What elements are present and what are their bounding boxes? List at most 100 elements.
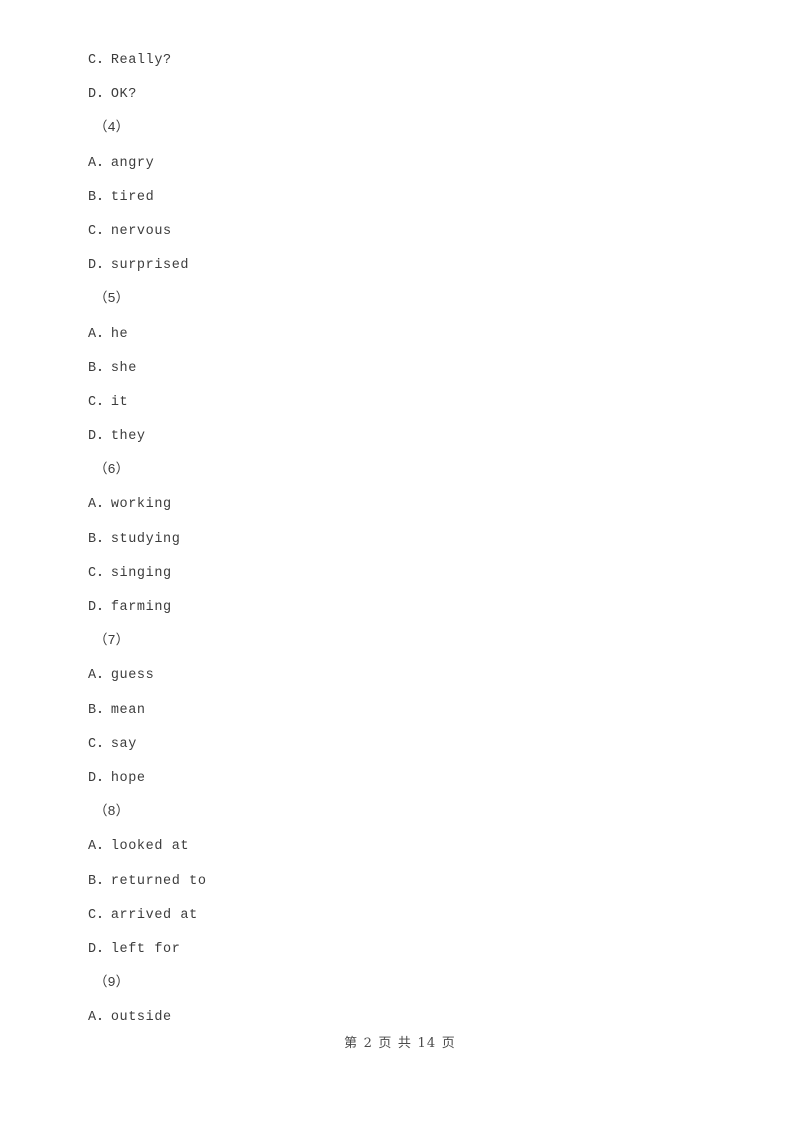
answer-option[interactable]: A．he (88, 318, 708, 352)
option-separator: ． (96, 429, 111, 445)
option-separator: ． (96, 223, 111, 239)
answer-option[interactable]: A．angry (88, 147, 708, 181)
answer-option[interactable]: B．tired (88, 181, 708, 215)
answer-option[interactable]: A．working (88, 488, 708, 522)
option-letter: B (88, 531, 97, 547)
option-separator: ． (96, 736, 111, 752)
answer-option[interactable]: D．they (88, 420, 708, 454)
option-letter: A (88, 1010, 97, 1026)
answer-option[interactable]: A．guess (88, 659, 708, 693)
option-letter: D (88, 87, 97, 103)
option-separator: ． (96, 531, 111, 547)
option-separator: ． (96, 668, 111, 684)
option-letter: A (88, 668, 97, 684)
option-letter: A (88, 326, 97, 342)
option-letter: C (88, 565, 97, 581)
option-separator: ． (96, 155, 111, 171)
option-text: farming (110, 600, 172, 615)
question-group-number: （6） (94, 463, 130, 479)
option-text: OK? (110, 87, 137, 103)
option-letter: C (88, 907, 97, 923)
option-letter: C (88, 736, 97, 752)
option-text: nervous (110, 223, 172, 239)
answer-option[interactable]: C．arrived at (88, 899, 708, 933)
answer-option[interactable]: A．looked at (88, 830, 708, 864)
option-separator: ． (96, 600, 111, 615)
answer-option[interactable]: D．farming (88, 591, 708, 625)
answer-option[interactable]: A．outside (88, 1001, 708, 1035)
question-group-number: （5） (94, 292, 130, 308)
option-letter: B (88, 360, 97, 376)
answer-option[interactable]: B．studying (88, 523, 708, 557)
answer-option[interactable]: D．OK? (88, 78, 708, 112)
option-text: guess (110, 668, 155, 684)
option-separator: ． (96, 770, 111, 786)
option-separator: ． (96, 941, 111, 957)
page-number-footer: 第 2 页 共 14 页 (344, 1036, 456, 1051)
answer-option[interactable]: C．Really? (88, 44, 708, 78)
answer-option[interactable]: D．left for (88, 933, 708, 967)
option-text: he (110, 326, 129, 342)
option-separator: ． (96, 839, 111, 855)
document-page: C．Really? D．OK? （4） A．angry B．tired C．nervous… (0, 0, 800, 1080)
question-group-number: （4） (94, 121, 130, 137)
option-letter: C (88, 394, 97, 410)
option-letter: D (88, 429, 97, 445)
option-text: singing (110, 565, 172, 581)
option-letter: D (88, 600, 97, 615)
option-letter: B (88, 189, 97, 205)
option-separator: ． (96, 189, 111, 205)
option-separator: ． (96, 258, 111, 274)
option-letter: B (88, 702, 97, 718)
option-text: studying (110, 531, 181, 547)
option-letter: A (88, 497, 97, 513)
question-group-number: （7） (94, 634, 130, 650)
option-separator: ． (96, 87, 111, 103)
answer-option[interactable]: B．returned to (88, 865, 708, 899)
answer-option[interactable]: D．surprised (88, 249, 708, 283)
option-text: it (110, 394, 129, 410)
option-text: Really? (110, 53, 172, 68)
option-text: surprised (110, 258, 190, 274)
option-separator: ． (96, 360, 111, 376)
option-letter: D (88, 770, 97, 786)
page-outside-area (0, 1080, 800, 1132)
answer-option[interactable]: C．nervous (88, 215, 708, 249)
option-letter: D (88, 941, 97, 957)
option-letter: B (88, 873, 97, 889)
answer-option[interactable]: C．singing (88, 557, 708, 591)
option-text: returned to (110, 873, 207, 889)
option-text: angry (110, 155, 155, 171)
option-text: say (110, 736, 137, 752)
option-text: tired (110, 189, 155, 205)
option-text: outside (110, 1010, 172, 1026)
answer-option[interactable]: B．mean (88, 694, 708, 728)
option-separator: ． (96, 326, 111, 342)
option-text: looked at (110, 839, 190, 855)
option-text: she (110, 360, 137, 376)
option-letter: D (88, 258, 97, 274)
option-text: they (110, 429, 146, 445)
option-letter: C (88, 53, 97, 68)
option-letter: A (88, 839, 97, 855)
option-separator: ． (96, 873, 111, 889)
option-separator: ． (96, 53, 111, 68)
option-separator: ． (96, 565, 111, 581)
option-separator: ． (96, 394, 111, 410)
option-separator: ． (96, 907, 111, 923)
option-text: arrived at (110, 907, 198, 923)
option-text: working (110, 497, 172, 513)
option-letter: C (88, 223, 97, 239)
answer-option[interactable]: C．say (88, 728, 708, 762)
question-group-number: （8） (94, 805, 130, 821)
answer-option[interactable]: C．it (88, 386, 708, 420)
option-letter: A (88, 155, 97, 171)
question-options-list: C．Really? D．OK? （4） A．angry B．tired C．nervous… (88, 44, 708, 1035)
answer-option[interactable]: D．hope (88, 762, 708, 796)
answer-option[interactable]: B．she (88, 352, 708, 386)
option-separator: ． (96, 702, 111, 718)
option-separator: ． (96, 1010, 111, 1026)
option-separator: ． (96, 497, 111, 513)
option-text: left for (110, 941, 181, 957)
question-group-number: （9） (94, 976, 130, 992)
